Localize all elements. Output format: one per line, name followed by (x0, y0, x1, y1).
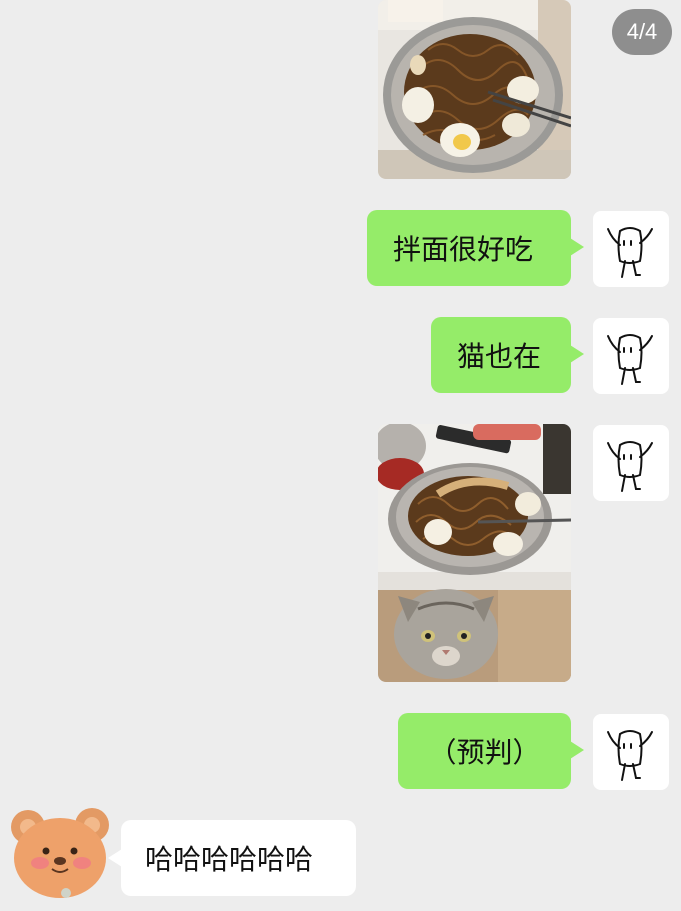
outgoing-message-bubble[interactable]: 猫也在 (431, 317, 584, 393)
doodle-figure-avatar-icon (607, 441, 653, 492)
bear-sticker-avatar-icon (11, 808, 109, 898)
chat-image-noodles-cat[interactable] (378, 424, 571, 682)
outgoing-message-bubble[interactable]: （预判） (398, 713, 584, 789)
message-text: （预判） (428, 736, 541, 769)
message-text: 猫也在 (457, 340, 542, 373)
my-avatar[interactable] (593, 714, 669, 790)
outgoing-message-bubble[interactable]: 拌面很好吃 (367, 210, 584, 286)
doodle-figure-avatar-icon (607, 730, 653, 781)
incoming-message-bubble[interactable]: 哈哈哈哈哈哈 (108, 820, 356, 896)
message-text: 拌面很好吃 (393, 233, 534, 266)
message-text: 哈哈哈哈哈哈 (145, 843, 314, 876)
my-avatar[interactable] (593, 211, 669, 287)
my-avatar[interactable] (593, 425, 669, 501)
my-avatar[interactable] (593, 318, 669, 394)
other-avatar[interactable] (6, 803, 114, 901)
chat-image-noodles[interactable] (378, 0, 571, 179)
doodle-figure-avatar-icon (607, 227, 653, 278)
doodle-figure-avatar-icon (607, 334, 653, 385)
page-indicator: 4/4 (612, 9, 672, 55)
